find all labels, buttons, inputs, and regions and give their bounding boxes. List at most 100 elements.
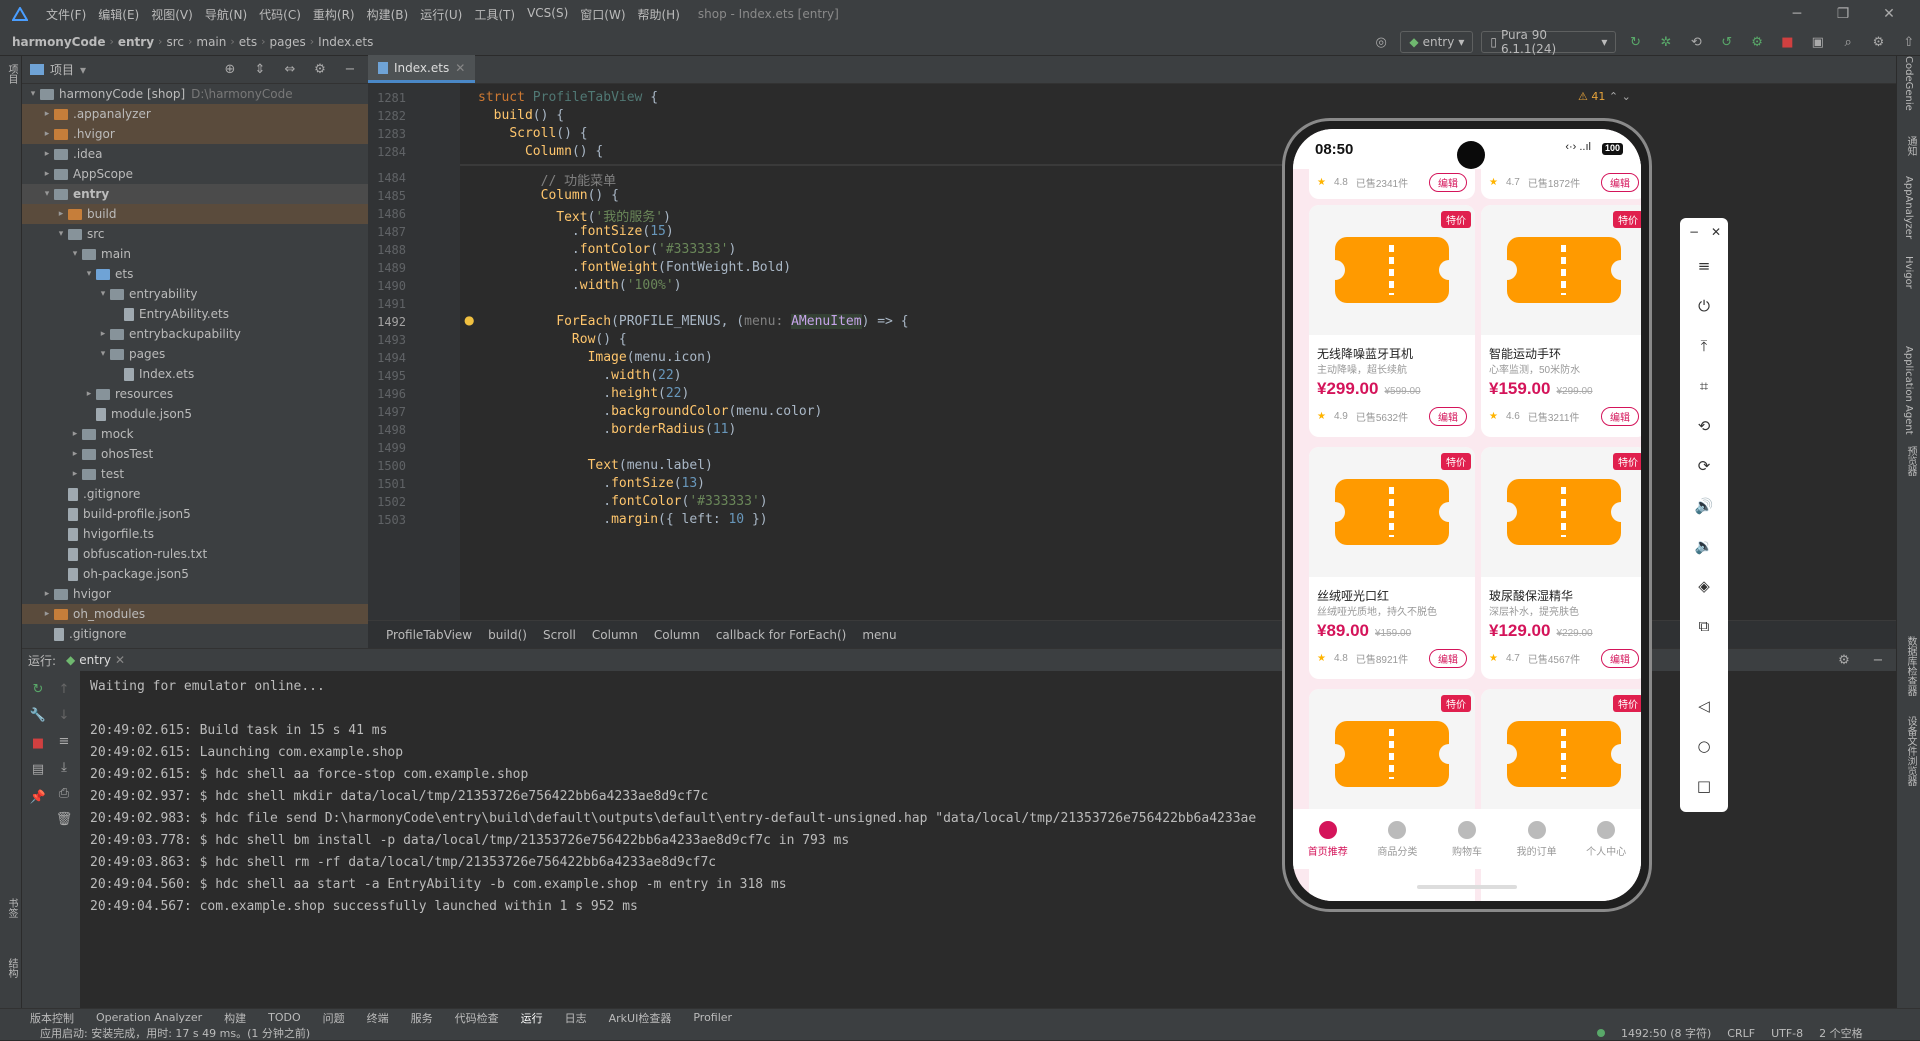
console-output[interactable]: Waiting for emulator online... 20:49:02.6… bbox=[90, 679, 1256, 921]
tool-bookmarks[interactable]: 书签 bbox=[4, 898, 19, 918]
chevron-right-icon[interactable]: ▸ bbox=[68, 449, 82, 459]
menu-item[interactable]: 帮助(H) bbox=[632, 6, 686, 23]
minimize-icon[interactable]: − bbox=[1682, 220, 1706, 244]
print-icon[interactable]: ⎙ bbox=[52, 781, 76, 805]
right-tool-tab[interactable]: AppAnalyzer bbox=[1903, 176, 1914, 239]
app-logo-icon[interactable] bbox=[0, 7, 40, 21]
device-manager-icon[interactable]: ▣ bbox=[1807, 30, 1829, 54]
tree-item[interactable]: ▾ pages bbox=[22, 344, 368, 364]
tree-item[interactable]: build-profile.json5 bbox=[22, 504, 368, 524]
tree-item[interactable]: Index.ets bbox=[22, 364, 368, 384]
close-icon[interactable]: ✕ bbox=[1866, 0, 1912, 28]
menu-item[interactable]: 文件(F) bbox=[40, 6, 92, 23]
tool-window-tab[interactable]: 代码检查 bbox=[455, 1010, 499, 1026]
rotate-icon[interactable]: ⟲ bbox=[1692, 414, 1716, 438]
tree-item[interactable]: .gitignore bbox=[22, 624, 368, 644]
edit-button[interactable]: 编辑 bbox=[1601, 649, 1639, 668]
top-icon[interactable]: ⤒ bbox=[1692, 334, 1716, 358]
scroll-up-icon[interactable]: ↑ bbox=[52, 677, 76, 701]
tree-item[interactable]: ▸ entrybackupability bbox=[22, 324, 368, 344]
tool-window-tab[interactable]: 问题 bbox=[323, 1010, 345, 1026]
recents-icon[interactable]: □ bbox=[1692, 774, 1716, 798]
attach-debugger-icon[interactable]: ⟲ bbox=[1685, 30, 1707, 54]
pin-icon[interactable]: 📌 bbox=[26, 785, 50, 809]
app-nav-item[interactable]: 我的订单 bbox=[1502, 809, 1572, 869]
app-nav-item[interactable]: 购物车 bbox=[1432, 809, 1502, 869]
run-config-dropdown[interactable]: ◆ entry ▾ bbox=[1400, 31, 1474, 53]
product-card[interactable]: 特价 无线降噪蓝牙耳机 主动降噪，超长续航 ¥299.00 ¥599.00 ★ 4.9 已售5… bbox=[1309, 205, 1475, 437]
volume-down-icon[interactable]: 🔉 bbox=[1692, 534, 1716, 558]
chevron-right-icon[interactable]: ▸ bbox=[40, 609, 54, 619]
breadcrumb-item[interactable]: pages bbox=[266, 35, 310, 49]
debug-icon[interactable]: ✲ bbox=[1655, 30, 1677, 54]
chevron-right-icon[interactable]: ▸ bbox=[40, 169, 54, 179]
chevron-right-icon[interactable]: ▸ bbox=[68, 429, 82, 439]
gear-icon[interactable]: ⚙ bbox=[308, 58, 332, 82]
tab-index-ets[interactable]: Index.ets ✕ bbox=[368, 55, 476, 83]
tool-window-tab[interactable]: 终端 bbox=[367, 1010, 389, 1026]
chevron-right-icon[interactable]: ▸ bbox=[40, 149, 54, 159]
chevron-down-icon[interactable]: ▾ bbox=[40, 189, 54, 199]
scroll-to-end-icon[interactable]: ⤓ bbox=[52, 755, 76, 779]
chevron-down-icon[interactable]: ▾ bbox=[96, 349, 110, 359]
tree-item[interactable]: .gitignore bbox=[22, 484, 368, 504]
tree-item[interactable]: ▸ hvigor bbox=[22, 584, 368, 604]
tool-window-tab[interactable]: ArkUI检查器 bbox=[609, 1010, 672, 1026]
tool-window-tab[interactable]: Operation Analyzer bbox=[96, 1011, 202, 1024]
chevron-down-icon[interactable]: ▾ bbox=[68, 249, 82, 259]
status-message[interactable]: 应用启动: 安装完成，用时: 17 s 49 ms。(1 分钟之前) bbox=[40, 1025, 310, 1041]
line-separator[interactable]: CRLF bbox=[1727, 1027, 1755, 1040]
tree-item[interactable]: ▸ mock bbox=[22, 424, 368, 444]
code-breadcrumb-item[interactable]: menu bbox=[854, 628, 904, 642]
crop-icon[interactable]: ⌗ bbox=[1692, 374, 1716, 398]
tree-item[interactable]: ▾ harmonyCode [shop] D:\harmonyCode bbox=[22, 84, 368, 104]
layout-icon[interactable]: ▤ bbox=[26, 757, 50, 781]
menu-item[interactable]: 代码(C) bbox=[253, 6, 307, 23]
edit-button[interactable]: 编辑 bbox=[1429, 649, 1467, 668]
menu-item[interactable]: 运行(U) bbox=[414, 6, 468, 23]
product-card[interactable]: 特价 智能运动手环 心率监测，50米防水 ¥159.00 ¥299.00 ★ 4.6 已售32… bbox=[1481, 205, 1641, 437]
product-card[interactable]: 特价 bbox=[1481, 689, 1641, 901]
maximize-icon[interactable]: ❐ bbox=[1820, 0, 1866, 28]
screenshot-icon[interactable]: ⧉ bbox=[1692, 614, 1716, 638]
run-tab-entry[interactable]: ◆ entry ✕ bbox=[66, 653, 125, 667]
lightbulb-icon[interactable]: ● bbox=[464, 313, 474, 327]
right-tool-tab[interactable]: 通知 bbox=[1903, 136, 1918, 156]
tree-item[interactable]: ▾ ets bbox=[22, 264, 368, 284]
phone-screen[interactable]: ★ 4.8 已售2341件 编辑 ★ 4.7 已售1872件 编辑 特价 无线降噪蓝牙耳机 主动降噪… bbox=[1293, 129, 1641, 901]
tree-item[interactable]: ▾ entryability bbox=[22, 284, 368, 304]
chevron-down-icon[interactable]: ▾ bbox=[96, 289, 110, 299]
tool-window-tab[interactable]: TODO bbox=[268, 1011, 301, 1024]
product-card[interactable]: 特价 玻尿酸保湿精华 深层补水，提亮肤色 ¥129.00 ¥229.00 ★ 4.7 已售45… bbox=[1481, 447, 1641, 679]
tree-item[interactable]: oh-package.json5 bbox=[22, 564, 368, 584]
chevron-right-icon[interactable]: ▸ bbox=[96, 329, 110, 339]
indent-setting[interactable]: 2 个空格 bbox=[1819, 1025, 1863, 1041]
tree-item[interactable]: ▸ .appanalyzer bbox=[22, 104, 368, 124]
tree-item[interactable]: ▸ resources bbox=[22, 384, 368, 404]
tool-window-tab[interactable]: Profiler bbox=[693, 1011, 732, 1024]
tool-window-tab[interactable]: 日志 bbox=[565, 1010, 587, 1026]
right-tool-tab[interactable]: Application Agent bbox=[1903, 346, 1914, 435]
tree-item[interactable]: ▾ src bbox=[22, 224, 368, 244]
back-icon[interactable]: ◁ bbox=[1692, 694, 1716, 718]
chevron-down-icon[interactable]: ▾ bbox=[54, 229, 68, 239]
right-tool-tab[interactable]: 数据库检查器 bbox=[1903, 636, 1918, 696]
product-card[interactable]: 特价 bbox=[1309, 689, 1475, 901]
gear-icon[interactable]: ⚙ bbox=[1867, 30, 1889, 54]
close-tab-icon[interactable]: ✕ bbox=[455, 61, 465, 75]
tool-structure[interactable]: 结构 bbox=[4, 958, 19, 978]
tool-window-tab[interactable]: 版本控制 bbox=[30, 1010, 74, 1026]
hide-icon[interactable]: − bbox=[338, 58, 362, 82]
chevron-right-icon[interactable]: ▸ bbox=[82, 389, 96, 399]
chevron-right-icon[interactable]: ▸ bbox=[40, 589, 54, 599]
breadcrumb-item[interactable]: main bbox=[192, 35, 230, 49]
apply-changes-icon[interactable]: ↺ bbox=[1715, 30, 1737, 54]
collapse-all-icon[interactable]: ⇔ bbox=[278, 58, 302, 82]
close-tab-icon[interactable]: ✕ bbox=[115, 653, 125, 667]
edit-button[interactable]: 编辑 bbox=[1601, 407, 1639, 426]
caret-position[interactable]: 1492:50 (8 字符) bbox=[1621, 1025, 1711, 1041]
code-breadcrumb-item[interactable]: Column bbox=[646, 628, 708, 642]
tool-project[interactable]: 项目 bbox=[4, 64, 19, 84]
code-breadcrumb-item[interactable]: build() bbox=[480, 628, 535, 642]
menu-item[interactable]: VCS(S) bbox=[521, 6, 574, 23]
